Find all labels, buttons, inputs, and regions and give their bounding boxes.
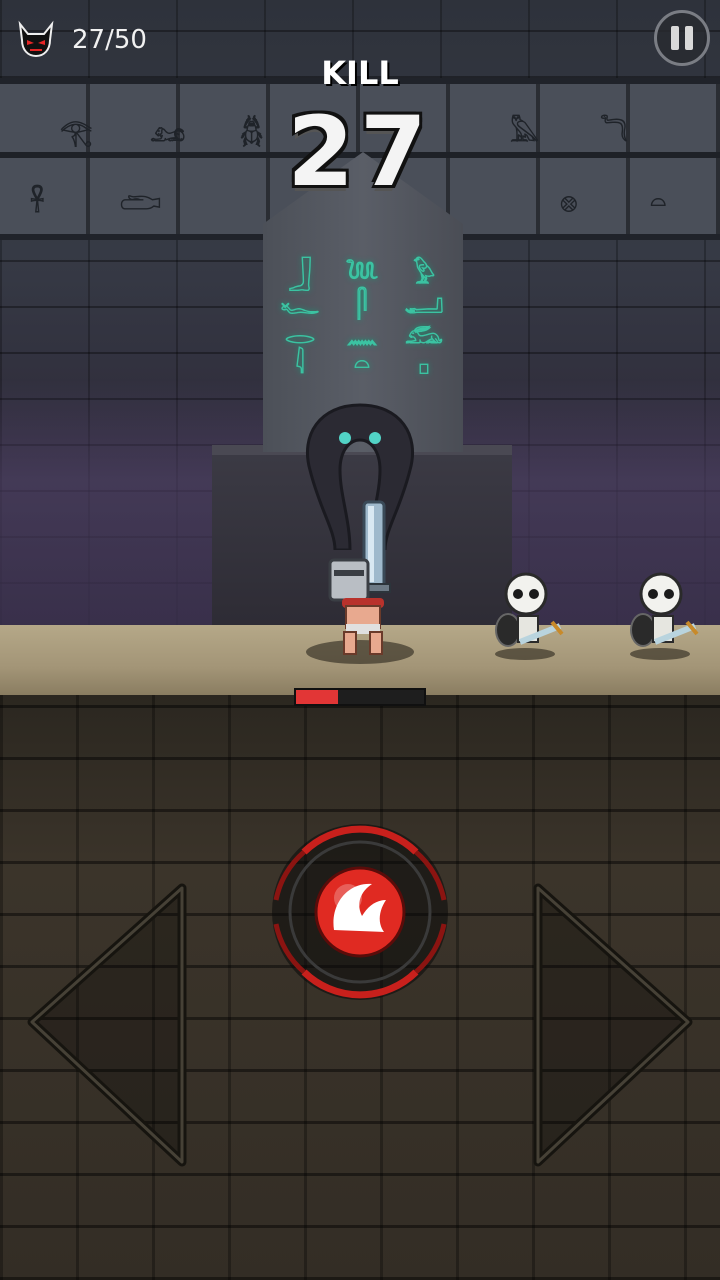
attack-button[interactable] <box>264 812 456 1012</box>
player-health-fill <box>296 690 339 704</box>
skeleton-enemy <box>495 572 564 660</box>
stele-glyphs-left: 𓃀𓆑𓂋𓇋 <box>280 260 320 380</box>
pause-icon <box>685 26 693 50</box>
skeleton-enemy <box>630 572 699 660</box>
player-health-bar <box>294 688 426 706</box>
move-right-button[interactable] <box>528 880 698 1170</box>
kill-counter: 27/50 <box>72 25 147 55</box>
pause-icon <box>671 26 679 50</box>
kill-count: 27 <box>287 96 433 208</box>
hero-warrior <box>306 500 414 664</box>
kill-label: KILL <box>321 54 399 92</box>
move-left-button[interactable] <box>22 880 192 1170</box>
stele-glyphs-center: 𓆙𓋴𓈖𓏏 <box>345 260 379 380</box>
stele-glyphs-right: 𓅱𓂝𓃹𓊪 <box>404 260 444 380</box>
